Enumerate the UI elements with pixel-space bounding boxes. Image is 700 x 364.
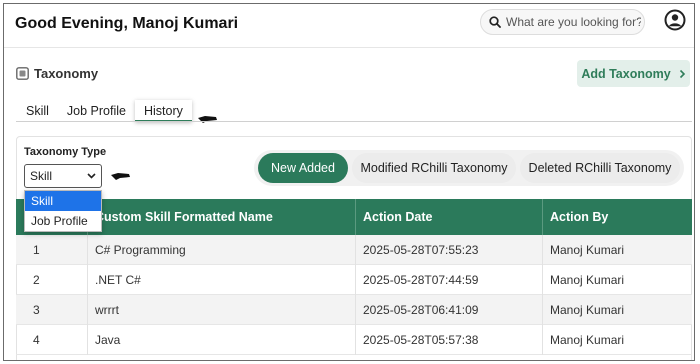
hand-pointer-icon	[198, 116, 217, 123]
row-action-by: Manoj Kumari	[550, 333, 625, 347]
column-header-action-by: Action By	[550, 210, 609, 224]
row-action-date: 2025-05-28T05:57:38	[356, 325, 543, 355]
hand-pointer-icon	[111, 173, 130, 180]
history-filter-segments: New Added Modified RChilli Taxonomy Dele…	[254, 150, 684, 186]
app-window: Good Evening, Manoj Kumari Taxonomy Add …	[3, 3, 695, 361]
add-taxonomy-button[interactable]: Add Taxonomy	[577, 60, 690, 87]
row-index: 3	[16, 295, 88, 325]
taxonomy-type-select[interactable]: Skill	[24, 164, 102, 188]
row-skill-name: .NET C#	[88, 265, 356, 295]
top-bar: Good Evening, Manoj Kumari	[4, 4, 694, 48]
taxonomy-type-value: Skill	[30, 169, 53, 183]
taxonomy-type-label: Taxonomy Type	[24, 146, 107, 158]
tab-divider	[16, 121, 692, 122]
row-action-by: Manoj Kumari	[550, 243, 625, 257]
tab-skill[interactable]: Skill	[16, 100, 58, 122]
page-title: Taxonomy	[16, 66, 98, 81]
dropdown-option-job-profile[interactable]: Job Profile	[25, 211, 101, 231]
row-skill-name: Java	[88, 325, 356, 355]
search-input[interactable]	[506, 15, 641, 29]
row-action-date: 2025-05-28T07:44:59	[356, 265, 543, 295]
chevron-down-icon	[87, 173, 96, 179]
taxonomy-type-dropdown: Skill Job Profile	[24, 190, 102, 232]
row-index: 1	[16, 235, 88, 265]
tab-job-profile[interactable]: Job Profile	[58, 100, 135, 122]
tab-history[interactable]: History	[134, 100, 192, 122]
row-index: 4	[16, 325, 88, 355]
row-action-by: Manoj Kumari	[550, 303, 625, 317]
tab-bar: Skill Job Profile History	[16, 100, 192, 122]
table-header: Custom Skill Formatted Name Action Date …	[16, 199, 692, 235]
row-action-date: 2025-05-28T06:41:09	[356, 295, 543, 325]
row-skill-name: wrrrt	[88, 295, 356, 325]
row-action-by: Manoj Kumari	[550, 273, 625, 287]
segment-deleted-taxonomy[interactable]: Deleted RChilli Taxonomy	[520, 153, 680, 183]
column-header-action-date: Action Date	[356, 199, 543, 235]
row-skill-name: C# Programming	[88, 235, 356, 265]
dropdown-option-skill[interactable]: Skill	[25, 191, 101, 211]
table-row: 1 C# Programming 2025-05-28T07:55:23 Man…	[16, 235, 692, 265]
page-title-text: Taxonomy	[34, 66, 99, 81]
table-row: 4 Java 2025-05-28T05:57:38 Manoj Kumari	[16, 325, 692, 355]
taxonomy-icon	[16, 67, 29, 80]
greeting-text: Good Evening, Manoj Kumari	[15, 15, 239, 32]
table-row: 3 wrrrt 2025-05-28T06:41:09 Manoj Kumari	[16, 295, 692, 325]
table-row: 2 .NET C# 2025-05-28T07:44:59 Manoj Kuma…	[16, 265, 692, 295]
search-icon	[489, 16, 501, 28]
chevron-right-icon	[679, 69, 685, 78]
add-taxonomy-label: Add Taxonomy	[581, 66, 671, 81]
column-header-skill-name: Custom Skill Formatted Name	[88, 199, 356, 235]
row-index: 2	[16, 265, 88, 295]
segment-modified-taxonomy[interactable]: Modified RChilli Taxonomy	[352, 153, 516, 183]
row-action-date: 2025-05-28T07:55:23	[356, 235, 543, 265]
user-avatar-icon[interactable]	[664, 9, 686, 31]
segment-new-added[interactable]: New Added	[258, 153, 348, 183]
search-box[interactable]	[480, 9, 645, 35]
